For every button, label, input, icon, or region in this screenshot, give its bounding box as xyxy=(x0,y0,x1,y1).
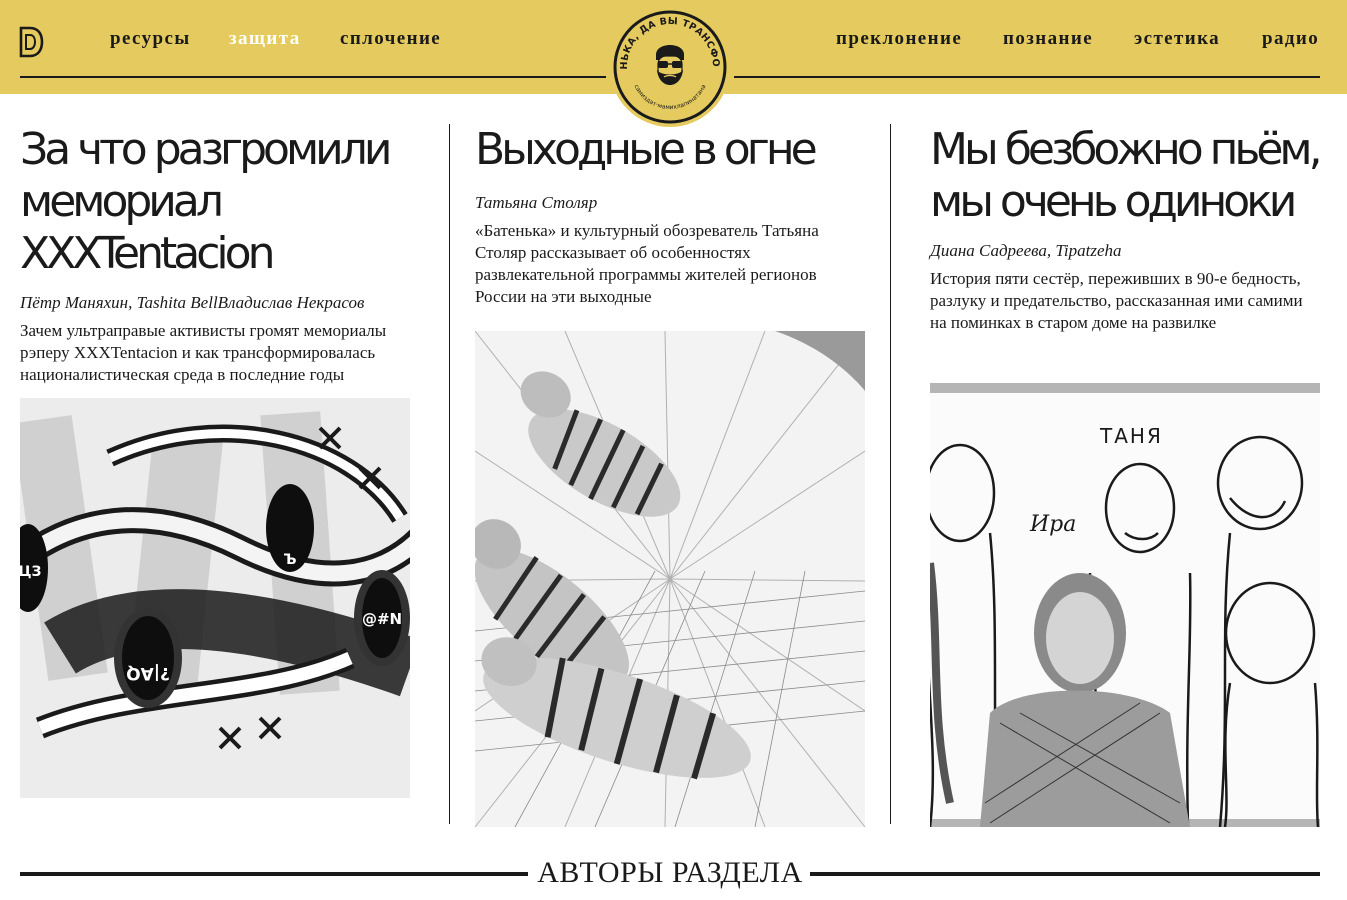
article-title[interactable]: За что разгромили мемориал XXXTentacion xyxy=(20,124,420,280)
article-authors[interactable]: Диана Садреева, Tipatzeha xyxy=(930,240,1330,262)
article-card-sisters[interactable]: Мы безбожно пьём, мы очень одиноки Диана… xyxy=(930,124,1330,334)
article-title[interactable]: Мы безбожно пьём, мы очень одиноки xyxy=(930,124,1330,228)
svg-text:@#N: @#N xyxy=(362,610,402,628)
column-divider-2 xyxy=(890,124,891,824)
article-lead: История пяти сестёр, переживших в 90-е б… xyxy=(930,269,1303,332)
nav-underline-left xyxy=(20,76,606,78)
nav-underline-right xyxy=(734,76,1320,78)
article-authors[interactable]: Татьяна Столяр xyxy=(475,192,875,214)
article-title[interactable]: Выходные в огне xyxy=(475,124,875,176)
svg-text:ТАНЯ: ТАНЯ xyxy=(1099,424,1163,448)
section-authors-header: АВТОРЫ РАЗДЕЛА xyxy=(0,850,1347,900)
article-card-xxxtentacion[interactable]: За что разгромили мемориал XXXTentacion … xyxy=(20,124,420,386)
nav-item-aesthetics[interactable]: эстетика xyxy=(1134,28,1220,50)
bearded-man-icon xyxy=(656,45,684,85)
nav-item-radio[interactable]: радио xyxy=(1262,28,1319,50)
article-authors[interactable]: Пётр Маняхин, Tashita BellВладислав Некр… xyxy=(20,292,420,314)
article-lead: Зачем ультраправые активисты громят мемо… xyxy=(20,321,387,384)
logo-icon[interactable] xyxy=(18,26,44,58)
nav-item-unity[interactable]: сплочение xyxy=(340,28,441,50)
article-card-weekend[interactable]: Выходные в огне Татьяна Столяр «Батенька… xyxy=(475,124,875,308)
svg-text:Ъ: Ъ xyxy=(283,552,296,568)
nav-item-protection[interactable]: защита xyxy=(229,28,301,50)
nav-item-worship[interactable]: преклонение xyxy=(836,28,962,50)
footer-rule-right xyxy=(810,872,1320,876)
svg-text:ЦЗ: ЦЗ xyxy=(20,564,42,580)
svg-text:?|AQ: ?|AQ xyxy=(126,663,170,683)
article-lead: «Батенька» и культурный обозреватель Тат… xyxy=(475,221,819,306)
batenka-badge-logo[interactable]: БАТЕНЬКА, ДА ВЫ ТРАНСФОРМЕР самиздат·мам… xyxy=(609,6,731,128)
footer-rule-left xyxy=(20,872,528,876)
svg-text:Ира: Ира xyxy=(1029,512,1076,537)
column-divider-1 xyxy=(449,124,450,824)
nav-item-cognition[interactable]: познание xyxy=(1003,28,1093,50)
tigers-collage-image[interactable] xyxy=(475,331,865,827)
nav-item-resources[interactable]: ресурсы xyxy=(110,28,191,50)
sisters-drawing-image[interactable]: ТАНЯ Ира xyxy=(930,383,1320,827)
section-title: АВТОРЫ РАЗДЕЛА xyxy=(537,856,803,889)
xxxtentacion-collage-image[interactable]: ?|AQ @#N ЦЗ Ъ xyxy=(20,398,410,798)
